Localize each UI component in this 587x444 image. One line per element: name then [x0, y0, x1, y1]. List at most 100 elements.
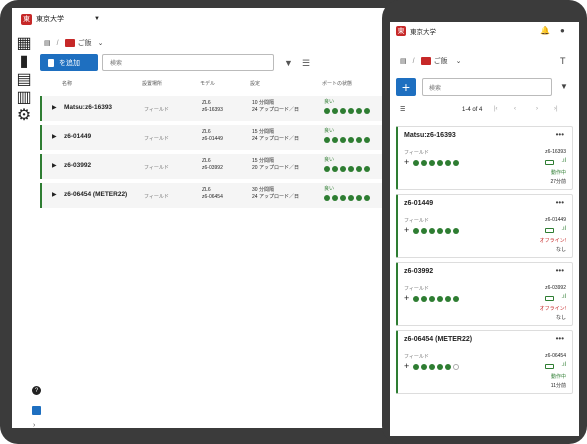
text-icon[interactable]: T	[560, 56, 566, 66]
device-name[interactable]: z6-01449	[64, 133, 91, 140]
prev-page-icon[interactable]: ‹	[514, 106, 516, 112]
signal-icon: .ıl	[561, 294, 566, 300]
column-header[interactable]: 名称	[62, 80, 72, 87]
device-serial: z6-01449	[545, 217, 566, 223]
breadcrumb: ▤ / ご飯 ⌄	[400, 56, 462, 66]
device-name: z6-06454 (METER22)	[404, 336, 473, 343]
add-button[interactable]: を追加	[40, 54, 98, 71]
more-icon[interactable]: •••	[556, 130, 564, 139]
pagination-label: 1-4 of 4	[462, 107, 483, 113]
device-status: オフライン!	[539, 306, 566, 312]
filter-icon[interactable]: ▼	[284, 58, 293, 68]
device-name: Matsu:z6-16393	[404, 132, 456, 139]
plus-icon: +	[404, 157, 410, 167]
expand-arrow-icon[interactable]: ▶	[52, 162, 57, 169]
device-card[interactable]: Matsu:z6-16393 ••• フィールド z6-16393 + .ıl 動作中 27分…	[396, 126, 573, 190]
first-page-icon[interactable]: |‹	[494, 106, 498, 112]
chevron-down-icon[interactable]: ⌄	[98, 39, 104, 47]
notebook-icon[interactable]	[32, 406, 41, 415]
help-icon[interactable]: ?	[32, 386, 41, 395]
chevron-down-icon[interactable]: ▼	[94, 16, 100, 22]
checklist-icon[interactable]: ☰	[302, 58, 310, 69]
more-icon[interactable]: •••	[556, 266, 564, 275]
device-status: 動作中	[550, 374, 566, 380]
search-input[interactable]: 検索	[102, 54, 274, 71]
tablet-screen: 東 東京大学 ▼ ▦ ▮ ▤ ▥ ⚙ ▤ / ご飯 ⌄ を追加 検索 ▼ ☰ 名称…	[12, 8, 412, 428]
device-card[interactable]: z6-01449 ••• フィールド z6-01449 + .ıl オフライン! なし	[396, 194, 573, 258]
table-row[interactable]: ▶ Matsu:z6-16393 フィールド ZL6 z6-16393 10 分間隔 24 …	[40, 96, 412, 121]
checklist-icon[interactable]: ☰	[400, 106, 405, 113]
device-location: フィールド	[404, 354, 429, 360]
signal-icon: .ıl	[561, 362, 566, 368]
side-rail: ▦ ▮ ▤ ▥ ⚙	[12, 34, 38, 428]
last-seen: 11分前	[550, 383, 566, 389]
battery-icon	[545, 364, 554, 369]
pagination: ☰ 1-4 of 4 |‹ ‹ › ›|	[390, 104, 579, 118]
bell-icon[interactable]: 🔔	[540, 26, 550, 35]
more-icon[interactable]: •••	[556, 334, 564, 343]
battery-icon	[545, 160, 554, 165]
device-card[interactable]: z6-03992 ••• フィールド z6-03992 + .ıl オフライン! なし	[396, 262, 573, 326]
last-seen: 27分前	[550, 179, 566, 185]
device-status: 動作中	[550, 170, 566, 176]
org-name[interactable]: 東京大学	[410, 26, 436, 36]
device-serial: z6-16393	[545, 149, 566, 155]
filter-icon[interactable]: ▼	[560, 82, 568, 91]
device-card[interactable]: z6-06454 (METER22) ••• フィールド z6-06454 + .ıl 動作…	[396, 330, 573, 394]
building-icon[interactable]: ▤	[44, 39, 51, 47]
next-page-icon[interactable]: ›	[536, 106, 538, 112]
breadcrumb: ▤ / ご飯 ⌄	[44, 38, 104, 48]
plus-icon: +	[404, 293, 410, 303]
gear-icon[interactable]: ⚙	[17, 107, 31, 124]
device-name: z6-01449	[404, 200, 434, 207]
tablet-frame: 東 東京大学 ▼ ▦ ▮ ▤ ▥ ⚙ ▤ / ご飯 ⌄ を追加 検索 ▼ ☰ 名称…	[0, 0, 420, 444]
device-location: フィールド	[144, 194, 169, 200]
plus-icon: +	[404, 361, 410, 371]
device-location: フィールド	[404, 218, 429, 224]
port-status-dots	[324, 195, 370, 201]
last-page-icon[interactable]: ›|	[554, 106, 558, 112]
building-icon[interactable]: ▤	[400, 57, 407, 65]
device-name[interactable]: z6-03992	[64, 162, 91, 169]
org-name[interactable]: 東京大学	[36, 14, 64, 24]
last-seen: なし	[555, 247, 566, 253]
notebook-icon[interactable]: ▥	[16, 89, 31, 106]
expand-arrow-icon[interactable]: ▶	[52, 133, 57, 140]
device-name[interactable]: Matsu:z6-16393	[64, 104, 112, 111]
user-icon[interactable]: ●	[560, 26, 565, 35]
device-location: フィールド	[404, 150, 429, 156]
battery-icon	[545, 296, 554, 301]
document-icon	[48, 58, 54, 67]
chart-icon[interactable]: ▮	[19, 53, 29, 70]
chevron-down-icon[interactable]: ⌄	[456, 57, 462, 65]
more-icon[interactable]: •••	[556, 198, 564, 207]
device-serial: z6-06454	[545, 353, 566, 359]
device-location: フィールド	[144, 165, 169, 171]
table-row[interactable]: ▶ z6-03992 フィールド ZL6 z6-03992 15 分間隔 20 アップロード…	[40, 154, 412, 179]
column-header[interactable]: 設置場所	[142, 80, 162, 87]
device-settings: 10 分間隔 24 アップロード／日	[252, 100, 299, 113]
column-header[interactable]: モデル	[200, 80, 215, 87]
port-status-dots	[413, 160, 459, 166]
column-header[interactable]: 設定	[250, 80, 260, 87]
breadcrumb-folder[interactable]: ご飯	[434, 56, 448, 66]
add-button[interactable]: +	[396, 78, 416, 96]
table-row[interactable]: ▶ z6-06454 (METER22) フィールド ZL6 z6-06454 30 分間…	[40, 183, 412, 208]
breadcrumb-folder[interactable]: ご飯	[78, 38, 92, 48]
org-logo: 東	[21, 13, 32, 25]
search-input[interactable]: 検索	[422, 78, 552, 96]
expand-arrow-icon[interactable]: ▶	[52, 191, 57, 198]
device-name[interactable]: z6-06454 (METER22)	[64, 191, 127, 198]
table-row[interactable]: ▶ z6-01449 フィールド ZL6 z6-01449 15 分間隔 24 アップロード…	[40, 125, 412, 150]
device-model: ZL6 z6-03992	[202, 158, 223, 171]
top-bar: 東 東京大学 ▼	[12, 8, 412, 30]
grid-icon[interactable]: ▦	[16, 35, 31, 52]
document-icon[interactable]: ▤	[16, 71, 31, 88]
status-text: 良い	[324, 99, 335, 105]
signal-icon: .ıl	[561, 158, 566, 164]
column-header[interactable]: ポートの状態	[322, 80, 352, 87]
device-model: ZL6 z6-06454	[202, 187, 223, 200]
expand-arrow-icon[interactable]: ▶	[52, 104, 57, 111]
device-settings: 15 分間隔 24 アップロード／日	[252, 129, 299, 142]
chevron-right-icon[interactable]: ›	[33, 422, 35, 428]
